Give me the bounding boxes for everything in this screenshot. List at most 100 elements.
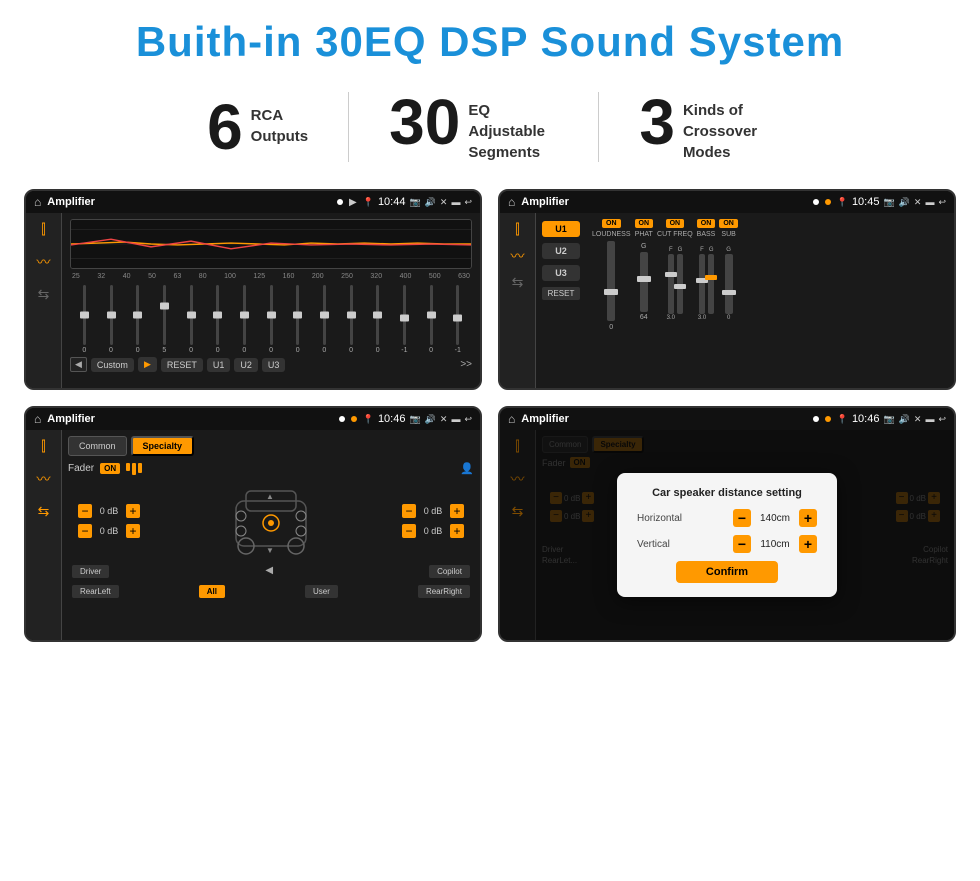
back-icon-3[interactable]: ↩ [464,414,472,425]
status-dot-3a [339,416,345,422]
db-minus-3[interactable]: − [402,504,416,518]
preset-u2-button[interactable]: U2 [542,243,580,259]
eq-u1-button[interactable]: U1 [207,358,231,372]
eq-play-button[interactable]: ▶ [138,357,157,372]
sidebar-vol-icon[interactable]: ⇆ [38,286,50,303]
eq-slider-track[interactable] [136,285,139,345]
eq-slider-track[interactable] [243,285,246,345]
volume-icon-2: 🔊 [899,197,910,208]
pin-icon-3: 📍 [363,414,374,425]
confirm-button[interactable]: Confirm [676,561,778,583]
copilot-button[interactable]: Copilot [429,565,470,578]
statusbar-4: ⌂ Amplifier 📍 10:46 📷 🔊 ✕ ▬ ↩ [500,408,954,430]
vertical-minus-button[interactable]: − [733,535,751,553]
rearLeft-button[interactable]: RearLeft [72,585,119,598]
preset-u3-button[interactable]: U3 [542,265,580,281]
eq-slider-track[interactable] [323,285,326,345]
speaker-layout: − 0 dB + − 0 dB + [68,481,474,561]
vertical-value: 110cm [755,539,795,550]
rearRight-button[interactable]: RearRight [418,585,470,598]
tab-specialty[interactable]: Specialty [131,436,195,456]
db-plus-3[interactable]: + [450,504,464,518]
left-arrow-icon: ◀ [265,565,273,578]
page-header: Buith-in 30EQ DSP Sound System [0,0,980,76]
sidebar-wave-icon[interactable]: 〰 [37,252,51,272]
eq-prev-button[interactable]: ◀ [70,357,87,372]
freq-label: 50 [148,273,156,280]
home-icon-3[interactable]: ⌂ [34,412,41,426]
eq-custom-label: Custom [91,358,134,372]
home-icon-2[interactable]: ⌂ [508,195,515,209]
statusbar-3-title: Amplifier [47,413,332,425]
window-icon: ▬ [451,197,460,207]
eq-slider-track[interactable] [296,285,299,345]
screenshots-grid: ⌂ Amplifier ▶ 📍 10:44 📷 🔊 ✕ ▬ ↩ ⫿ 〰 ⇆ [0,181,980,662]
tab-common[interactable]: Common [68,436,127,456]
home-icon[interactable]: ⌂ [34,195,41,209]
home-icon-4[interactable]: ⌂ [508,412,515,426]
pin-icon-2: 📍 [837,197,848,208]
db-plus-1[interactable]: + [126,504,140,518]
db-minus-2[interactable]: − [78,524,92,538]
all-button[interactable]: All [199,585,225,598]
volume-icon-3: 🔊 [425,414,436,425]
eq-reset-button[interactable]: RESET [161,358,203,372]
db-plus-4[interactable]: + [450,524,464,538]
eq-slider-track[interactable] [270,285,273,345]
sidebar-eq-icon-3[interactable]: ⫿ [41,438,45,455]
sidebar-eq-icon-2[interactable]: ⫿ [515,221,519,238]
close-icon-4: ✕ [914,414,922,425]
eq-u3-button[interactable]: U3 [262,358,286,372]
back-icon-4[interactable]: ↩ [938,414,946,425]
db-plus-2[interactable]: + [126,524,140,538]
eq-slider-track[interactable] [110,285,113,345]
sidebar-vol-icon-2[interactable]: ⇆ [512,274,524,291]
eq-slider-track[interactable] [163,285,166,345]
driver-button[interactable]: Driver [72,565,109,578]
eq-slider-track[interactable] [216,285,219,345]
vertical-plus-button[interactable]: + [799,535,817,553]
loudness-slider [607,241,615,321]
eq-slider-track[interactable] [190,285,193,345]
eq-slider-col: 0 [205,285,230,354]
back-icon[interactable]: ↩ [464,197,472,208]
screen-distance: ⌂ Amplifier 📍 10:46 📷 🔊 ✕ ▬ ↩ ⫿ 〰 ⇆ [498,406,956,642]
db-minus-4[interactable]: − [402,524,416,538]
statusbar-4-title: Amplifier [521,413,806,425]
freq-label: 400 [400,273,412,280]
volume-icon: 🔊 [425,197,436,208]
eq-slider-track[interactable] [376,285,379,345]
eq-slider-track[interactable] [403,285,406,345]
channel-phat: ON PHAT G 64 [635,219,654,382]
stat-number-rca: 6 [207,95,243,159]
sidebar-vol-icon-3[interactable]: ⇆ [38,503,50,520]
sidebar-wave-icon-3[interactable]: 〰 [37,469,51,489]
eq-slider-col: 0 [179,285,204,354]
eq-slider-track[interactable] [350,285,353,345]
bass-on-badge: ON [697,219,716,228]
sidebar-eq-icon[interactable]: ⫿ [41,221,45,238]
statusbar-3-time: 10:46 [378,413,406,425]
statusbar-1-title: Amplifier [47,196,331,208]
dsp3-sidebar: ⫿ 〰 ⇆ [26,430,62,640]
eq-u2-button[interactable]: U2 [234,358,258,372]
channel-sub: ON SUB G 0 [719,219,738,382]
dialog-row-vertical: Vertical − 110cm + [637,535,817,553]
eq-slider-track[interactable] [430,285,433,345]
dsp2-reset-button[interactable]: RESET [542,287,580,300]
dsp4-layout: ⫿ 〰 ⇆ Common Specialty Fader ON [500,430,954,640]
sidebar-wave-icon-2[interactable]: 〰 [511,246,525,266]
db-minus-1[interactable]: − [78,504,92,518]
eq-slider-track[interactable] [456,285,459,345]
eq-next-icon: >> [460,359,472,370]
eq-slider-track[interactable] [83,285,86,345]
stat-crossover: 3 Kinds ofCrossover Modes [599,90,813,163]
horizontal-plus-button[interactable]: + [799,509,817,527]
preset-u1-button[interactable]: U1 [542,221,580,237]
back-icon-2[interactable]: ↩ [938,197,946,208]
stat-text-eq: EQ AdjustableSegments [468,90,558,163]
horizontal-minus-button[interactable]: − [733,509,751,527]
db-control-1: − 0 dB + [78,504,140,518]
user-button[interactable]: User [305,585,338,598]
pin-icon: 📍 [363,197,374,208]
